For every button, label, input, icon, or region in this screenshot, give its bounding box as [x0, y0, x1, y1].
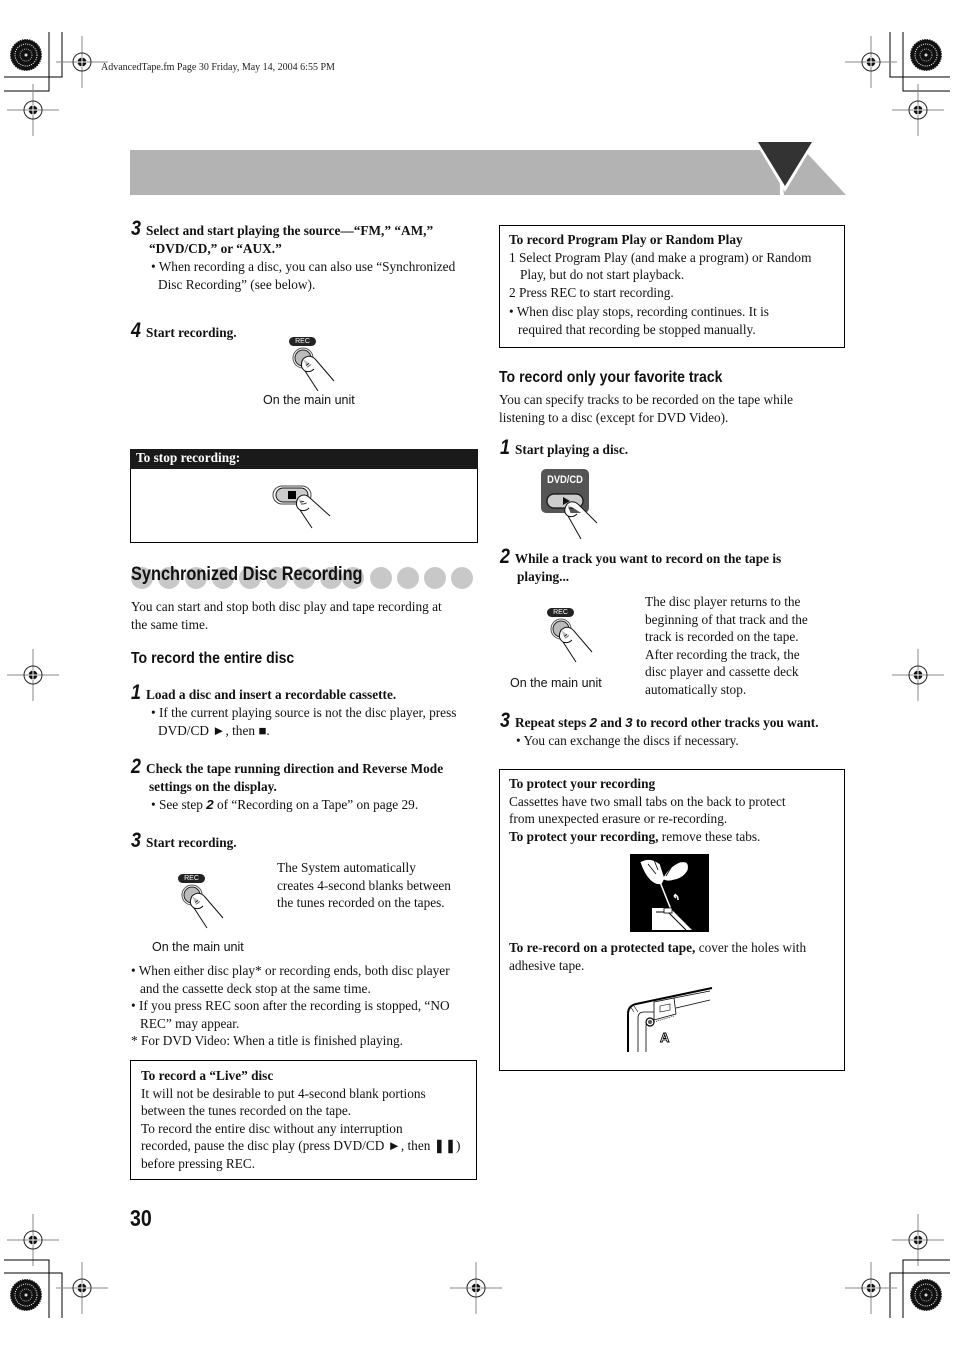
caption-main-unit: On the main unit [152, 940, 244, 954]
step-title: While a track you want to record on the … [514, 551, 782, 566]
caption-main-unit: On the main unit [263, 393, 355, 407]
finger-press-icon [550, 618, 593, 663]
rec-button-illustration: REC [175, 874, 231, 930]
favorite-intro: You can specify tracks to be recorded on… [499, 392, 794, 425]
step-number: 2 [500, 545, 510, 568]
stop-icon [288, 491, 296, 499]
subheading-favorite-track: To record only your favorite track [499, 369, 723, 386]
page-number: 30 [130, 1205, 152, 1231]
step-title: Load a disc and insert a recordable cass… [146, 687, 397, 702]
registration-mark-icon [6, 83, 60, 137]
step-3-select-source: 3 Select and start playing the source—“F… [131, 218, 481, 293]
auto-blank-note: The System automatically creates 4-secon… [277, 860, 451, 910]
step-title: Select and start playing the source—“FM,… [146, 223, 434, 238]
finger-press-icon [181, 884, 224, 929]
box-title: To protect your recording [509, 776, 656, 791]
cassette-tape-diagram: A [627, 987, 713, 1052]
remove-tab-illustration [630, 854, 709, 932]
rec-button-illustration: REC [544, 608, 600, 664]
dvd-cd-button-illustration: DVD/CD [541, 469, 601, 541]
step-title: Check the tape running direction and Rev… [146, 761, 444, 776]
step-number: 4 [131, 319, 141, 342]
step-4-start-recording: 4 Start recording. [131, 320, 237, 342]
rerecord-text: To re-record on a protected tape, cover … [509, 940, 807, 973]
step-title: Start recording. [146, 325, 237, 340]
play-button-finger-icon [546, 493, 598, 540]
registration-mark-icon [449, 1261, 503, 1315]
stop-box-title: To stop recording: [130, 449, 478, 469]
color-target-icon [9, 38, 43, 72]
registration-mark-icon [844, 1261, 898, 1315]
step-title-cont: “DVD/CD,” or “AUX.” [149, 241, 282, 256]
step-title: Start playing a disc. [515, 442, 629, 457]
color-target-icon [9, 1278, 43, 1312]
entire-step-1: 1 Load a disc and insert a recordable ca… [131, 681, 457, 738]
program-play-box: To record Program Play or Random Play 1 … [499, 225, 845, 348]
dvd-cd-label: DVD/CD [547, 474, 583, 486]
finger-press-icon [292, 347, 335, 392]
entire-step-2: 2 Check the tape running direction and R… [131, 755, 444, 812]
step-number: 3 [131, 217, 141, 240]
favorite-step-2: 2 While a track you want to record on th… [500, 545, 782, 584]
rec-button-illustration: REC [286, 337, 342, 393]
track-record-note: The disc player returns to the beginning… [645, 594, 808, 697]
step-title: Start recording. [146, 835, 237, 850]
registration-mark-icon [891, 648, 945, 702]
subheading-entire-disc: To record the entire disc [131, 650, 295, 667]
header-triangle-icon [754, 140, 846, 195]
registration-mark-icon [844, 35, 898, 89]
color-target-icon [909, 1278, 943, 1312]
label-a: A [660, 1030, 670, 1045]
step-number: 2 [131, 755, 141, 778]
registration-mark-icon [6, 1213, 60, 1267]
live-disc-box: To record a “Live” disc It will not be d… [130, 1060, 477, 1180]
registration-mark-icon [891, 1213, 945, 1267]
color-target-icon [909, 38, 943, 72]
favorite-step-3: 3 Repeat steps 2 and 3 to record other t… [500, 709, 819, 748]
file-stamp: AdvancedTape.fm Page 30 Friday, May 14, … [101, 62, 335, 73]
protect-text: To protect your recording Cassettes have… [509, 775, 839, 845]
section-title: Synchronized Disc Recording [131, 564, 363, 585]
caption-main-unit: On the main unit [510, 676, 602, 690]
stop-button-illustration [272, 485, 331, 529]
registration-mark-icon [891, 83, 945, 137]
header-band [130, 150, 780, 195]
box-title: To record a “Live” disc [141, 1068, 274, 1083]
registration-mark-icon [55, 1261, 109, 1315]
entire-step-3: 3 Start recording. [131, 830, 237, 852]
step-number: 3 [500, 709, 510, 732]
step-number: 1 [500, 436, 510, 459]
box-title: To record Program Play or Random Play [509, 232, 743, 247]
favorite-step-1: 1 Start playing a disc. [500, 437, 628, 459]
section-intro: You can start and stop both disc play an… [131, 599, 442, 632]
step-number: 1 [131, 681, 141, 704]
step-note: • When recording a disc, you can also us… [151, 259, 456, 292]
registration-mark-icon [6, 648, 60, 702]
entire-disc-notes: • When either disc play* or recording en… [131, 963, 450, 1048]
step-number: 3 [131, 829, 141, 852]
